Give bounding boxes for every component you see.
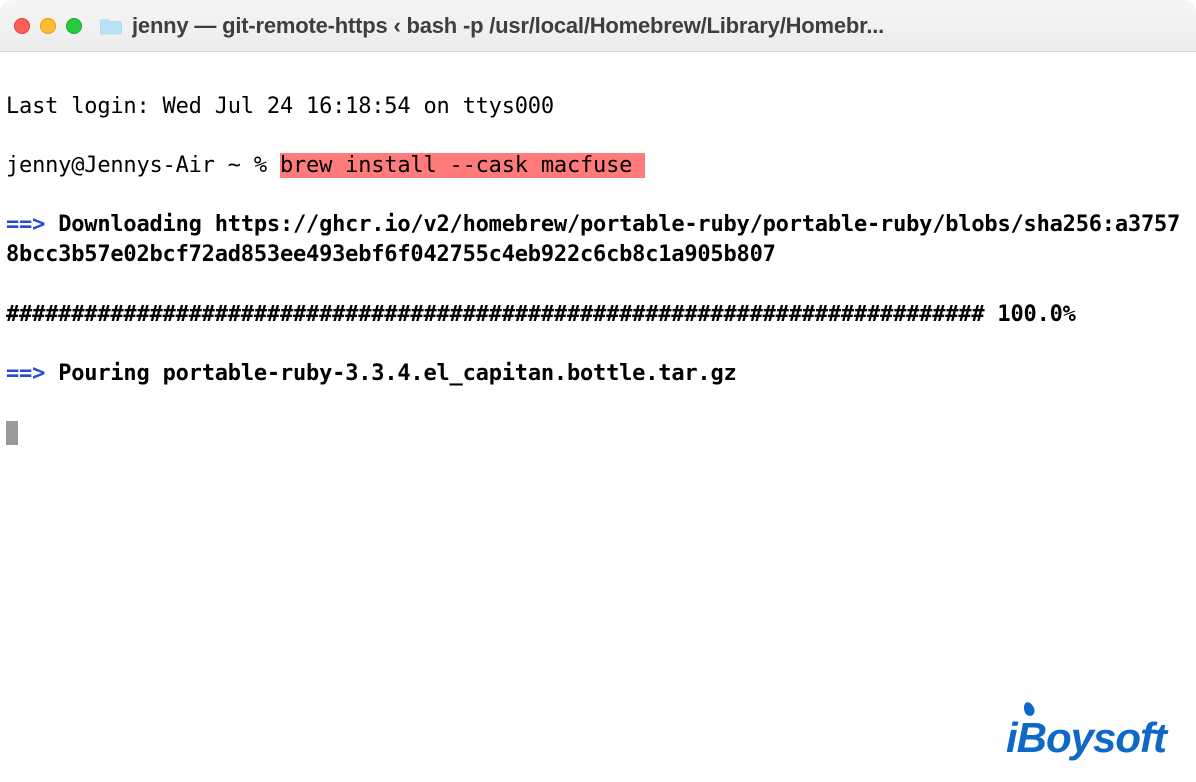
progress-line: ########################################…: [6, 300, 1190, 330]
traffic-lights: [14, 18, 82, 34]
folder-icon: [100, 17, 122, 35]
arrow-icon: ==>: [6, 212, 58, 237]
zoom-button[interactable]: [66, 18, 82, 34]
pouring-line: ==> Pouring portable-ruby-3.3.4.el_capit…: [6, 359, 1190, 389]
pouring-file: portable-ruby-3.3.4.el_capitan.bottle.ta…: [163, 361, 737, 386]
entered-command: brew install --cask macfuse: [280, 153, 645, 178]
cursor-line: [6, 418, 1190, 448]
prompt-line: jenny@Jennys-Air ~ % brew install --cask…: [6, 151, 1190, 181]
downloading-label: Downloading: [58, 212, 215, 237]
terminal-output[interactable]: Last login: Wed Jul 24 16:18:54 on ttys0…: [0, 52, 1196, 488]
arrow-icon: ==>: [6, 361, 58, 386]
prompt-prefix: jenny@Jennys-Air ~ %: [6, 153, 280, 178]
downloading-line: ==> Downloading https://ghcr.io/v2/homeb…: [6, 210, 1190, 269]
pouring-label: Pouring: [58, 361, 162, 386]
window-titlebar: jenny — git-remote-https ‹ bash -p /usr/…: [0, 0, 1196, 52]
progress-percent: 100.0%: [984, 302, 1075, 327]
last-login-line: Last login: Wed Jul 24 16:18:54 on ttys0…: [6, 92, 1190, 122]
watermark-text: iBoysoft: [1006, 714, 1166, 761]
watermark-logo: iBoysoft: [1006, 714, 1166, 762]
close-button[interactable]: [14, 18, 30, 34]
progress-bar: ########################################…: [6, 302, 984, 327]
terminal-cursor: [6, 421, 18, 445]
minimize-button[interactable]: [40, 18, 56, 34]
window-title: jenny — git-remote-https ‹ bash -p /usr/…: [132, 13, 1182, 39]
